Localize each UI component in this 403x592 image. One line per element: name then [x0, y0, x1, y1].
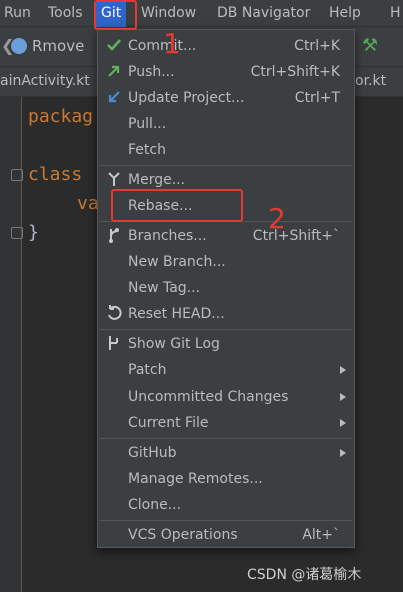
- kotlin-run-config-icon: [11, 38, 27, 54]
- fold-end-icon[interactable]: [11, 227, 23, 239]
- menu-item-update-project[interactable]: Update Project... Ctrl+T: [98, 85, 354, 111]
- editor-gutter: [0, 97, 23, 592]
- menu-item-branches[interactable]: Branches... Ctrl+Shift+`: [98, 223, 354, 249]
- menu-item-commit[interactable]: Commit... Ctrl+K: [98, 33, 354, 59]
- menu-separator: [100, 438, 352, 439]
- menu-item-new-tag[interactable]: New Tag...: [98, 275, 354, 301]
- menu-separator: [100, 329, 352, 330]
- menu-item-pull[interactable]: Pull...: [98, 111, 354, 137]
- annotation-box-rebase: [111, 189, 243, 222]
- menu-overflow[interactable]: H: [390, 0, 401, 27]
- submenu-arrow-icon: [340, 366, 346, 374]
- hammer-icon[interactable]: ⚒: [362, 35, 378, 56]
- code-line-class: class: [28, 164, 83, 185]
- git-menu: Commit... Ctrl+K Push... Ctrl+Shift+K Up…: [97, 29, 355, 548]
- push-arrow-icon: [108, 65, 120, 77]
- menu-help[interactable]: Help: [329, 0, 361, 27]
- update-arrow-icon: [108, 91, 120, 103]
- menu-item-patch[interactable]: Patch: [98, 357, 354, 383]
- merge-icon: [108, 172, 120, 186]
- menu-item-push[interactable]: Push... Ctrl+Shift+K: [98, 59, 354, 85]
- menu-item-new-branch[interactable]: New Branch...: [98, 249, 354, 275]
- code-line-val: va: [77, 193, 99, 214]
- undo-icon: [108, 305, 122, 320]
- menu-separator: [100, 165, 352, 166]
- annotation-step-1: 1: [163, 27, 181, 60]
- annotation-step-2: 2: [268, 202, 286, 235]
- code-line-package: packag: [28, 106, 94, 127]
- menu-item-manage-remotes[interactable]: Manage Remotes...: [98, 466, 354, 492]
- menu-bar: Run Tools Git Window DB Navigator Help H: [0, 0, 403, 27]
- annotation-box-git: [94, 0, 137, 30]
- menu-item-github[interactable]: GitHub: [98, 440, 354, 466]
- menu-item-reset-head[interactable]: Reset HEAD...: [98, 301, 354, 327]
- branch-icon: [109, 228, 119, 243]
- submenu-arrow-icon: [340, 449, 346, 457]
- menu-separator: [100, 520, 352, 521]
- menu-item-show-git-log[interactable]: Show Git Log: [98, 331, 354, 357]
- git-log-icon: [109, 336, 118, 350]
- menu-item-fetch[interactable]: Fetch: [98, 137, 354, 163]
- submenu-arrow-icon: [340, 393, 346, 401]
- menu-item-vcs-operations[interactable]: VCS Operations Alt+`: [98, 522, 354, 548]
- tab-right-file[interactable]: or.kt: [355, 73, 386, 89]
- code-line-brace: }: [28, 222, 39, 243]
- menu-window[interactable]: Window: [141, 0, 196, 27]
- menu-item-current-file[interactable]: Current File: [98, 410, 354, 436]
- run-config-label[interactable]: Rmove: [32, 37, 84, 55]
- submenu-arrow-icon: [340, 419, 346, 427]
- menu-tools[interactable]: Tools: [48, 0, 83, 27]
- menu-run[interactable]: Run: [4, 0, 31, 27]
- menu-db-navigator[interactable]: DB Navigator: [217, 0, 310, 27]
- watermark: CSDN @诸葛榆木: [247, 567, 362, 583]
- tab-main-activity[interactable]: ainActivity.kt: [0, 73, 90, 89]
- check-icon: [107, 39, 121, 51]
- menu-item-clone[interactable]: Clone...: [98, 492, 354, 518]
- menu-item-uncommitted-changes[interactable]: Uncommitted Changes: [98, 384, 354, 410]
- fold-icon[interactable]: [11, 169, 23, 181]
